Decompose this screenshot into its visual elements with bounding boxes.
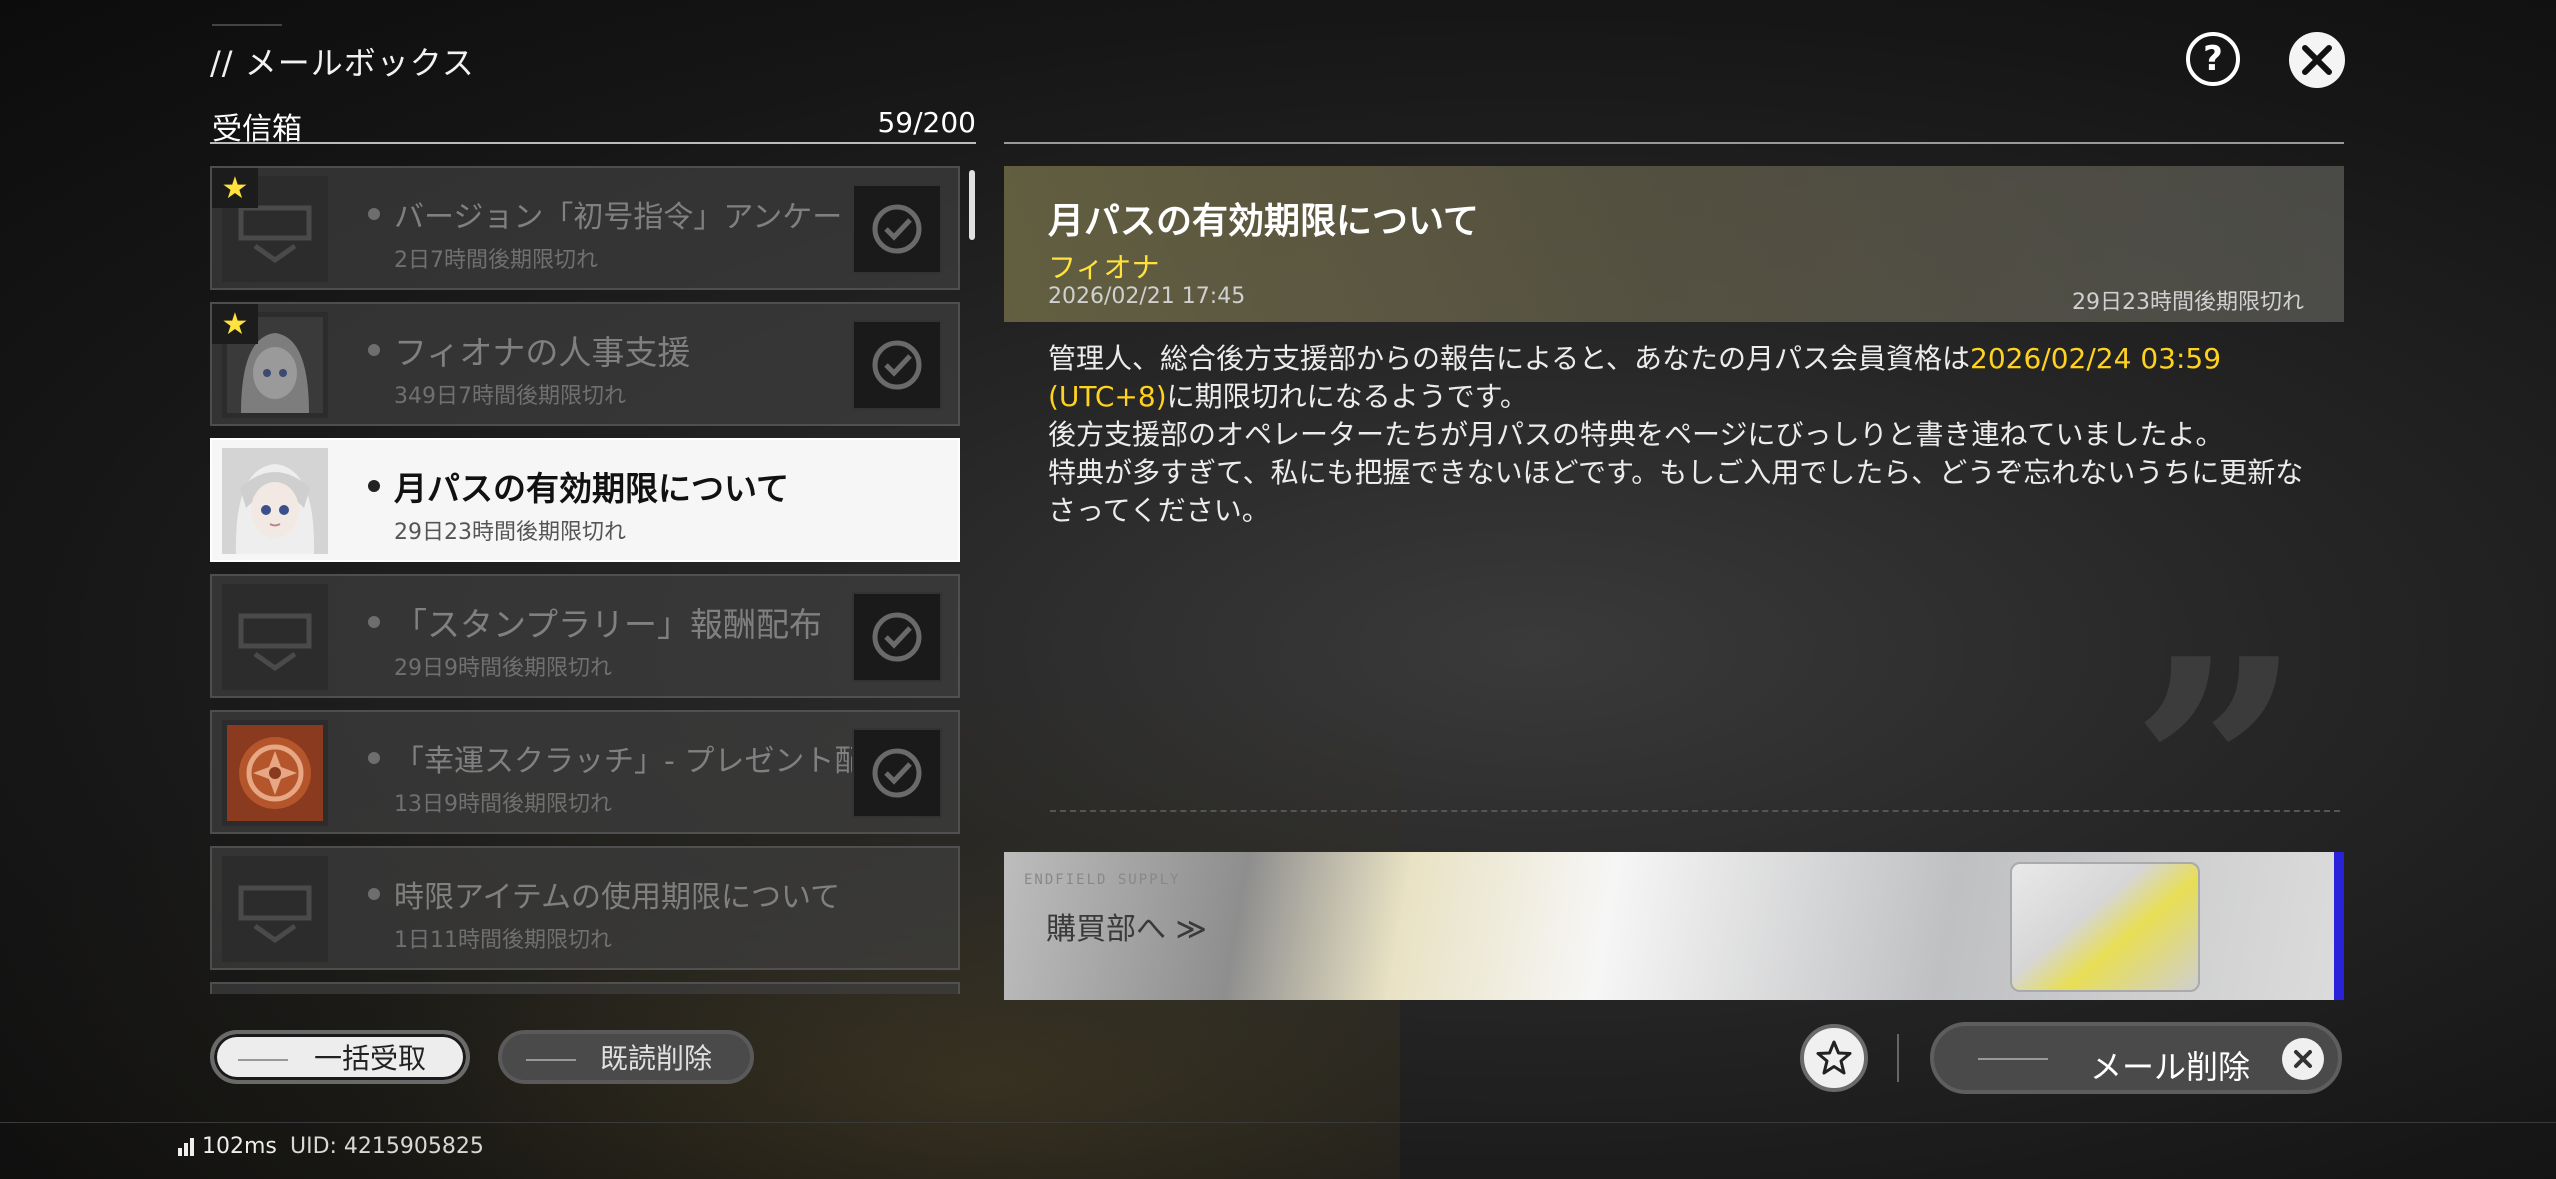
body-paragraph: 特典が多すぎて、私にも把握できないほどです。もしご入用でしたら、どうぞ忘れないう… (1048, 456, 2304, 527)
bullet-dot (368, 752, 380, 764)
close-icon (2302, 45, 2332, 75)
body-paragraph: 後方支援部のオペレーターたちが月パスの特典をページにびっしりと書き連ねていました… (1048, 418, 2224, 451)
divider (1897, 1034, 1899, 1082)
body-text: 管理人、総合後方支援部からの報告によると、あなたの月パス会員資格は (1048, 342, 1971, 375)
network-status: 102ms (178, 1134, 277, 1159)
mail-item-selected[interactable]: 月パスの有効期限について 29日23時間後期限切れ (210, 438, 960, 562)
divider (210, 142, 976, 144)
star-icon: ★ (212, 168, 258, 208)
mail-item[interactable]: ★ フィオナの人事支援 349日7時間後期限切れ (210, 302, 960, 426)
delete-read-label: 既読削除 (599, 1042, 712, 1075)
button-line-decor (238, 1059, 288, 1061)
signal-icon (178, 1137, 194, 1156)
bullet-dot (368, 344, 380, 356)
divider (1004, 142, 2344, 144)
banner-accent-edge (2334, 852, 2344, 1000)
bullet-dot (368, 208, 380, 220)
question-icon: ? (2203, 39, 2223, 79)
dashed-divider (1050, 810, 2340, 812)
bullet-dot (368, 616, 380, 628)
bullet-dot (368, 480, 380, 492)
mail-expire: 349日7時間後期限切れ (394, 384, 626, 409)
mail-thumbnail (222, 856, 328, 962)
claim-all-label: 一括受取 (313, 1042, 426, 1075)
mail-detail-header: 月パスの有効期限について フィオナ 2026/02/21 17:45 29日23… (1004, 166, 2344, 322)
delete-mail-label: メール削除 (2090, 1048, 2251, 1086)
mail-list[interactable]: ★ バージョン「初号指令」アンケート 2日7時間後期限切れ ★ フィオナの人事支… (210, 166, 960, 994)
mail-title: 「幸運スクラッチ」- プレゼント配布 (394, 744, 895, 779)
orange-emblem-icon (227, 725, 323, 821)
mail-title: 月パスの有効期限について (394, 469, 790, 508)
claimed-badge (852, 184, 942, 274)
check-circle-icon (872, 340, 922, 390)
footer-divider (0, 1122, 2556, 1123)
check-circle-icon (872, 204, 922, 254)
mail-thumbnail (222, 584, 328, 690)
button-line-decor (526, 1059, 576, 1061)
mail-detail-expire: 29日23時間後期限切れ (2072, 290, 2304, 315)
star-icon: ★ (212, 304, 258, 344)
mail-expire: 13日9時間後期限切れ (394, 792, 612, 817)
body-paragraph: 管理人、総合後方支援部からの報告によると、あなたの月パス会員資格は2026/02… (1048, 340, 2308, 416)
user-id: UID: 4215905825 (290, 1134, 484, 1159)
game-logo-icon (238, 613, 312, 672)
mail-detail-body: 管理人、総合後方支援部からの報告によると、あなたの月パス会員資格は2026/02… (1048, 340, 2308, 530)
star-outline-icon (1816, 1040, 1852, 1075)
mail-item[interactable]: 「幸運スクラッチ」- プレゼント配布 13日9時間後期限切れ (210, 710, 960, 834)
claimed-badge (852, 592, 942, 682)
delete-read-button[interactable]: 既読削除 (498, 1030, 754, 1084)
favorite-button[interactable] (1800, 1024, 1868, 1092)
mail-expire: 2日7時間後期限切れ (394, 248, 598, 273)
mail-detail-title: 月パスの有効期限について (1048, 201, 1479, 242)
mail-thumbnail (222, 720, 328, 826)
body-text: に期限切れになるようです。 (1166, 380, 1528, 413)
ping-value: 102ms (202, 1134, 277, 1159)
button-line-decor (1978, 1058, 2048, 1060)
bullet-dot (368, 888, 380, 900)
mail-item[interactable]: 「スタンプラリー」報酬配布 29日9時間後期限切れ (210, 574, 960, 698)
mail-detail-sender: フィオナ (1048, 251, 1160, 284)
mail-item[interactable]: 時限アイテムの使用期限について 1日11時間後期限切れ (210, 846, 960, 970)
mail-expire: 29日9時間後期限切れ (394, 656, 612, 681)
mail-title: バージョン「初号指令」アンケート (394, 200, 873, 235)
mail-expire: 29日23時間後期限切れ (394, 520, 626, 545)
shop-link-label: 購買部へ ≫ (1046, 912, 1207, 947)
mail-item[interactable] (210, 982, 960, 994)
mail-title: フィオナの人事支援 (394, 333, 691, 372)
check-circle-icon (872, 748, 922, 798)
mail-list-scrollbar[interactable] (969, 170, 975, 240)
claimed-badge (852, 320, 942, 410)
close-circle-icon (2282, 1038, 2324, 1080)
mail-title: 時限アイテムの使用期限について (394, 880, 841, 915)
check-circle-icon (872, 612, 922, 662)
mail-title: 「スタンプラリー」報酬配布 (394, 605, 823, 644)
mail-item[interactable]: ★ バージョン「初号指令」アンケート 2日7時間後期限切れ (210, 166, 960, 290)
page-title: // メールボックス (210, 44, 475, 82)
fiona-avatar (222, 448, 328, 554)
monthly-pass-card-image (2010, 862, 2200, 992)
close-button[interactable] (2289, 32, 2345, 88)
claimed-badge (852, 728, 942, 818)
mail-detail-date: 2026/02/21 17:45 (1048, 284, 1246, 309)
help-button[interactable]: ? (2186, 32, 2240, 86)
banner-caption: ENDFIELD SUPPLY (1024, 872, 1181, 888)
delete-mail-button[interactable]: メール削除 (1930, 1022, 2342, 1094)
mail-thumbnail (222, 448, 328, 554)
inbox-count: 59/200 (877, 106, 976, 139)
shop-banner[interactable]: ENDFIELD SUPPLY 購買部へ ≫ (1004, 852, 2344, 1000)
claim-all-button[interactable]: 一括受取 (210, 1030, 470, 1084)
header-logo-strip (212, 24, 282, 38)
game-logo-icon (238, 885, 312, 944)
mail-expire: 1日11時間後期限切れ (394, 928, 612, 953)
